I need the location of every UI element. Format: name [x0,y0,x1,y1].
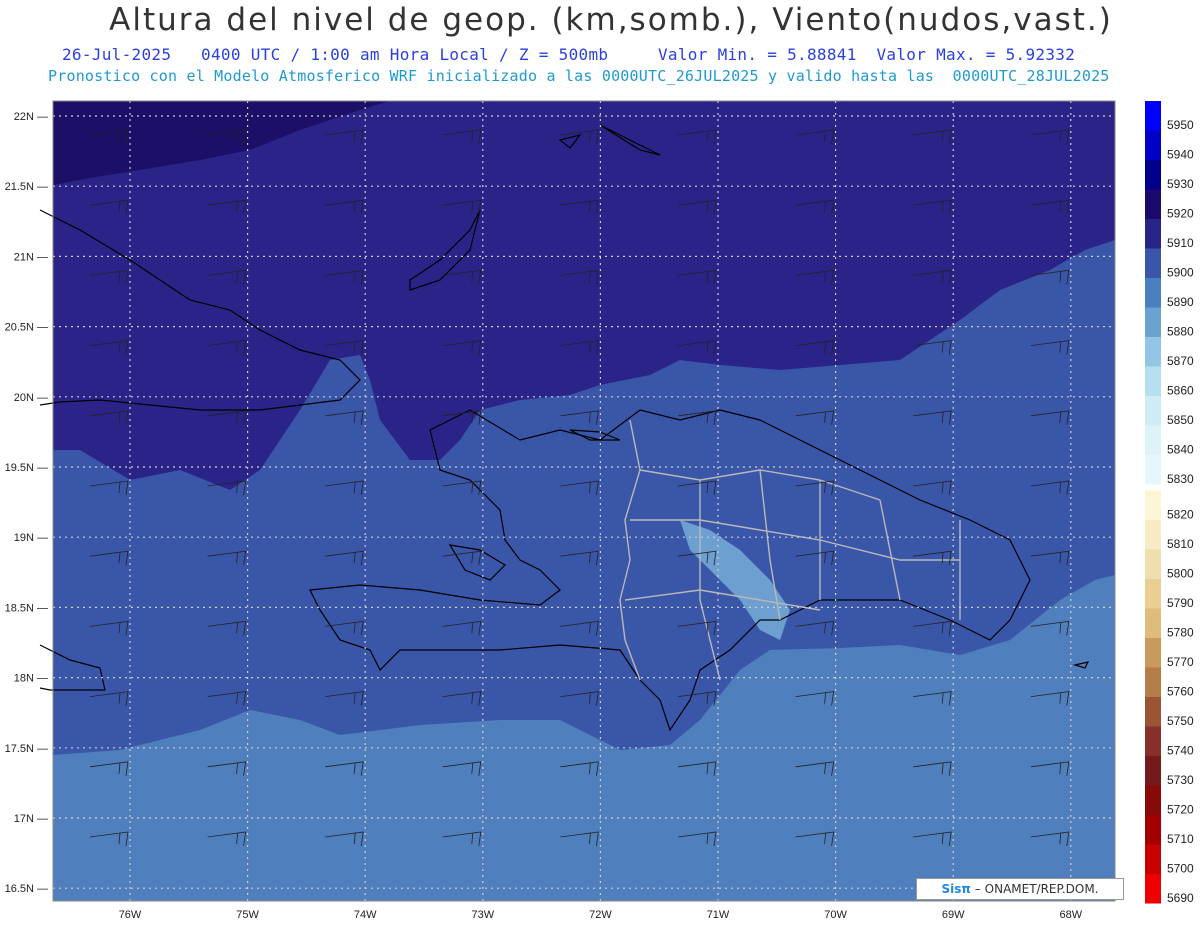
colorbar-swatch [1145,756,1161,786]
colorbar-swatch [1145,638,1161,668]
colorbar-swatch [1145,874,1161,904]
colorbar-swatch [1145,366,1161,396]
colorbar-label: 5870 [1167,354,1194,368]
lat-label: 21N — [14,251,48,263]
colorbar-swatch [1145,667,1161,697]
colorbar-label: 5700 [1167,862,1194,876]
colorbar-label: 5880 [1167,325,1194,339]
colorbar-label: 5850 [1167,413,1194,427]
lon-label: 76W [119,909,142,921]
colorbar-label: 5760 [1167,685,1194,699]
colorbar-swatch [1145,307,1161,337]
colorbar-label: 5840 [1167,443,1194,457]
colorbar-label: 5740 [1167,744,1194,758]
colorbar-label: 5730 [1167,773,1194,787]
colorbar-label: 5910 [1167,236,1194,250]
lat-label: 18N — [14,673,48,685]
colorbar-label: 5720 [1167,803,1194,817]
colorbar-swatch [1145,785,1161,815]
colorbar-swatch [1145,455,1161,485]
colorbar-label: 5890 [1167,295,1194,309]
colorbar-label: 5690 [1167,891,1194,905]
colorbar-swatch [1145,844,1161,874]
color-scale-labels: 5950 5940 5930 5920 5910 5900 5890 5880 5870 5860… [1167,118,1194,905]
colorbar-label: 5710 [1167,832,1194,846]
lon-label: 73W [471,909,494,921]
colorbar-label: 5900 [1167,266,1194,280]
colorbar-swatch [1145,160,1161,190]
colorbar-label: 5800 [1167,567,1194,581]
colorbar-swatch [1145,579,1161,609]
colorbar-label: 5920 [1167,207,1194,221]
lat-label: 21.5N — [5,181,48,193]
colorbar-swatch [1145,549,1161,579]
credit-badge: Sisπ – ONAMET/REP.DOM. [916,878,1124,900]
colorbar-label: 5950 [1167,118,1194,132]
colorbar-swatch [1145,396,1161,426]
lat-label: 19N — [14,532,48,544]
colorbar-label: 5790 [1167,596,1194,610]
colorbar-label: 5930 [1167,177,1194,191]
colorbar-label: 5780 [1167,626,1194,640]
lon-label: 74W [354,909,377,921]
lat-label: 17.5N — [5,743,48,755]
lon-label: 75W [236,909,259,921]
lat-label: 17N — [14,813,48,825]
lat-label: 16.5N — [5,883,48,895]
colorbar-swatch [1145,490,1161,520]
colorbar-swatch [1145,726,1161,756]
colorbar-swatch [1145,520,1161,550]
lon-label: 72W [589,909,612,921]
lat-label: 18.5N — [5,602,48,614]
colorbar-label: 5940 [1167,148,1194,162]
colorbar-swatch [1145,697,1161,727]
lon-label: 69W [942,909,965,921]
colorbar-swatch [1145,337,1161,367]
colorbar-swatch [1145,425,1161,455]
lat-label: 19.5N — [5,462,48,474]
lat-label: 20.5N — [5,322,48,334]
forecast-map: 22N — 21.5N — 21N — 20.5N — 20N — 19.5N — 19N … [5,100,1194,921]
colorbar-swatch [1145,815,1161,845]
sispi-logo: Sisπ [941,882,971,896]
colorbar-label: 5810 [1167,537,1194,551]
colorbar-label: 5820 [1167,508,1194,522]
longitude-labels: 76W 75W 74W 73W 72W 71W 70W 69W 68W [119,909,1083,921]
colorbar-swatch [1145,278,1161,308]
colorbar-swatch [1145,608,1161,638]
colorbar-swatch [1145,248,1161,278]
colorbar-label: 5750 [1167,714,1194,728]
lon-label: 71W [707,909,730,921]
latitude-labels: 22N — 21.5N — 21N — 20.5N — 20N — 19.5N — 19N … [5,111,48,895]
colorbar-swatch [1145,130,1161,160]
lat-label: 20N — [14,392,48,404]
color-scale-bar [1145,101,1161,904]
lon-label: 70W [824,909,847,921]
credit-text: – ONAMET/REP.DOM. [974,882,1099,896]
colorbar-swatch [1145,219,1161,249]
lat-label: 22N — [14,111,48,123]
colorbar-swatch [1145,101,1161,131]
colorbar-label: 5830 [1167,472,1194,486]
colorbar-label: 5860 [1167,384,1194,398]
colorbar-label: 5770 [1167,655,1194,669]
colorbar-swatch [1145,189,1161,219]
lon-label: 68W [1059,909,1082,921]
